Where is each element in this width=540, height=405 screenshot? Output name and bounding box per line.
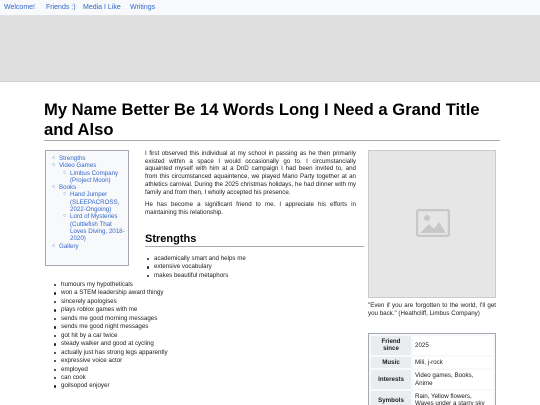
row-value-interests: Video games, Books, Anime — [413, 370, 493, 390]
list-item: actually just has strong legs apparently — [53, 349, 353, 357]
page-title: My Name Better Be 14 Words Long I Need a… — [44, 100, 500, 141]
row-value-friend-since: 2025 — [413, 336, 493, 355]
image-placeholder-icon — [416, 209, 450, 237]
intro-paragraph-1: I first observed this individual at my s… — [145, 150, 356, 196]
toc-link-gallery[interactable]: Gallery — [59, 243, 79, 250]
nav-writings-link[interactable]: Writings — [130, 4, 155, 11]
list-item: expressive voice actor — [53, 357, 353, 365]
infobox-table: Friend since 2025 Music Mili, j-rock Int… — [368, 333, 496, 405]
toc-subitem[interactable]: Limbus Company (Project Moon) — [63, 170, 125, 185]
table-row: Symbols Rain, Yellow flowers, Waves unde… — [371, 391, 493, 405]
toc-link-strengths[interactable]: Strengths — [59, 155, 85, 162]
toc-item[interactable]: Gallery — [52, 243, 125, 251]
row-label-interests: Interests — [371, 370, 411, 390]
top-navigation: Welcome! Friends :) Media I Like Writing… — [0, 0, 540, 16]
row-label-music: Music — [371, 356, 411, 369]
toc-item[interactable]: Books Hand Jumper (SLEEPACROSS, 2022-Ong… — [52, 184, 125, 242]
list-item: steady walker and good at cycling — [53, 340, 353, 348]
list-item: makes beautiful metaphors — [146, 272, 356, 280]
intro-paragraph-2: He has become a significant friend to me… — [145, 201, 356, 216]
nav-friends-link[interactable]: Friends :) — [46, 4, 76, 11]
toc-item[interactable]: Video Games Limbus Company (Project Moon… — [52, 162, 125, 184]
toc-subitem[interactable]: Hand Jumper (SLEEPACROSS, 2022-Ongoing) — [63, 191, 125, 213]
list-item: academically smart and helps me — [146, 255, 356, 263]
toc-link-limbus[interactable]: Limbus Company (Project Moon) — [70, 170, 118, 184]
strengths-heading: Strengths — [145, 233, 364, 247]
list-item: can cook — [53, 374, 353, 382]
toc-link-video-games[interactable]: Video Games — [59, 162, 96, 169]
list-item: plays roblox games with me — [53, 306, 353, 314]
strengths-list: academically smart and helps me extensiv… — [146, 255, 356, 280]
header-banner — [0, 16, 540, 82]
row-value-symbols: Rain, Yellow flowers, Waves under a star… — [413, 391, 493, 405]
row-label-symbols: Symbols — [371, 391, 411, 405]
toc-link-hand-jumper[interactable]: Hand Jumper (SLEEPACROSS, 2022-Ongoing) — [70, 191, 119, 213]
table-row: Interests Video games, Books, Anime — [371, 370, 493, 390]
nav-welcome-link[interactable]: Welcome! — [4, 4, 35, 11]
list-item: employed — [53, 366, 353, 374]
list-item: humours my hypotheticals — [53, 281, 353, 289]
list-item: sends me good night messages — [53, 323, 353, 331]
row-value-music: Mili, j-rock — [413, 356, 493, 369]
list-item: sincerely apologises — [53, 298, 353, 306]
infobox-image[interactable] — [368, 150, 496, 298]
intro-section: I first observed this individual at my s… — [145, 150, 356, 222]
table-row: Music Mili, j-rock — [371, 356, 493, 369]
list-item: won a STEM leadership award thingy — [53, 289, 353, 297]
table-row: Friend since 2025 — [371, 336, 493, 355]
row-label-friend-since: Friend since — [371, 336, 411, 355]
strengths-list-continued: humours my hypotheticals won a STEM lead… — [53, 281, 353, 391]
nav-media-link[interactable]: Media I Like — [83, 4, 121, 11]
toc-item[interactable]: Strengths — [52, 155, 125, 163]
list-item: goilsopod enjoyer — [53, 382, 353, 390]
toc-link-books[interactable]: Books — [59, 184, 76, 191]
toc-subitem[interactable]: Lord of Mysteries (Cuttlefish That Loves… — [63, 213, 125, 242]
infobox-caption: "Even if you are forgotten to the world,… — [368, 302, 496, 317]
table-of-contents: Strengths Video Games Limbus Company (Pr… — [45, 150, 129, 266]
toc-link-lord-of-mysteries[interactable]: Lord of Mysteries (Cuttlefish That Loves… — [70, 213, 125, 242]
list-item: extensive vocabulary — [146, 263, 356, 271]
list-item: sends me good morning messages — [53, 315, 353, 323]
list-item: got hit by a car twice — [53, 332, 353, 340]
infobox: "Even if you are forgotten to the world,… — [368, 150, 496, 405]
